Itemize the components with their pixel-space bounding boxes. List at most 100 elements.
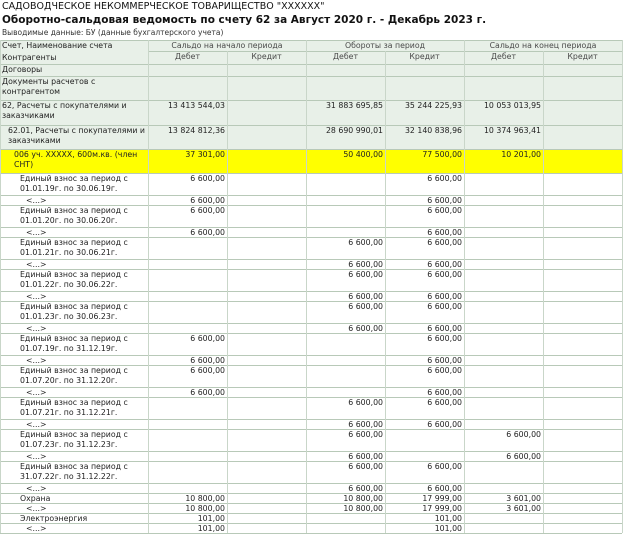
row-label: 62, Расчеты с покупателями и заказчиками bbox=[0, 100, 148, 125]
cell-opening-credit bbox=[227, 195, 306, 205]
cell-turnover-credit: 6 600,00 bbox=[427, 484, 462, 493]
cell-opening-credit bbox=[227, 237, 306, 259]
grid-vline bbox=[543, 51, 544, 533]
grid-hline bbox=[0, 195, 622, 196]
cell-closing-debit: 6 600,00 bbox=[506, 430, 541, 439]
cell-closing-credit bbox=[543, 451, 622, 461]
cell-opening-credit bbox=[227, 173, 306, 195]
cell-closing-credit bbox=[543, 419, 622, 429]
cell-turnover-credit: 6 600,00 bbox=[427, 366, 462, 375]
row-label: Единый взнос за период с 01.07.20г. по 3… bbox=[20, 366, 128, 385]
cell-turnover-debit bbox=[306, 523, 385, 533]
cell-turnover-debit: 6 600,00 bbox=[348, 270, 383, 279]
cell-closing-debit bbox=[464, 355, 543, 365]
row-label: <...> bbox=[26, 324, 47, 333]
cell-turnover-credit: 6 600,00 bbox=[427, 420, 462, 429]
cell-turnover-credit: 6 600,00 bbox=[427, 462, 462, 471]
row-label: <...> bbox=[26, 420, 47, 429]
cell-opening-credit bbox=[227, 523, 306, 533]
cell-closing-credit bbox=[543, 513, 622, 523]
cell-closing-credit bbox=[543, 259, 622, 269]
cell-turnover-debit: 6 600,00 bbox=[348, 462, 383, 471]
report-parameters: Выводимые данные: БУ (данные бухгалтерск… bbox=[2, 28, 224, 37]
cell-turnover-credit: 6 600,00 bbox=[427, 334, 462, 343]
header-contracts: Договоры bbox=[0, 64, 148, 76]
cell-opening-debit: 6 600,00 bbox=[190, 206, 225, 215]
cell-turnover-debit: 6 600,00 bbox=[348, 452, 383, 461]
cell-turnover-credit: 6 600,00 bbox=[427, 174, 462, 183]
row-label: <...> bbox=[26, 292, 47, 301]
cell-turnover-credit: 6 600,00 bbox=[427, 196, 462, 205]
grid-hline bbox=[0, 355, 622, 356]
cell-opening-debit bbox=[148, 419, 227, 429]
cell-turnover-debit: 50 400,00 bbox=[306, 149, 385, 173]
grid-hline bbox=[0, 333, 622, 334]
cell-closing-debit: 3 601,00 bbox=[506, 504, 541, 513]
cell-turnover-debit: 31 883 695,85 bbox=[306, 100, 385, 125]
cell-turnover-credit: 6 600,00 bbox=[427, 238, 462, 247]
cell-opening-credit bbox=[227, 291, 306, 301]
cell-opening-debit: 6 600,00 bbox=[190, 356, 225, 365]
cell-opening-credit bbox=[227, 125, 306, 149]
cell-closing-debit bbox=[464, 513, 543, 523]
cell-closing-credit bbox=[543, 493, 622, 503]
cell-opening-credit bbox=[227, 461, 306, 483]
cell-turnover-debit bbox=[306, 355, 385, 365]
cell-turnover-credit: 6 600,00 bbox=[427, 228, 462, 237]
cell-opening-credit bbox=[227, 100, 306, 125]
cell-closing-debit bbox=[464, 259, 543, 269]
grid-hline bbox=[0, 461, 622, 462]
grid-hline bbox=[0, 269, 622, 270]
grid-hline bbox=[0, 533, 622, 534]
cell-turnover-credit: 6 600,00 bbox=[427, 292, 462, 301]
cell-turnover-debit: 6 600,00 bbox=[348, 420, 383, 429]
header-account: Счет, Наименование счета bbox=[0, 40, 148, 52]
cell-opening-credit bbox=[227, 387, 306, 397]
cell-opening-debit: 6 600,00 bbox=[190, 334, 225, 343]
grid-hline bbox=[0, 419, 622, 420]
cell-closing-credit bbox=[543, 387, 622, 397]
grid-hline bbox=[0, 503, 622, 504]
cell-closing-debit bbox=[464, 195, 543, 205]
row-label: Единый взнос за период с 01.01.19г. по 3… bbox=[20, 174, 128, 193]
grid-hline bbox=[0, 173, 622, 174]
grid-vline bbox=[385, 51, 386, 533]
row-label: Единый взнос за период с 01.01.23г. по 3… bbox=[20, 302, 128, 321]
grid-vline bbox=[464, 40, 465, 533]
cell-closing-debit: 3 601,00 bbox=[506, 494, 541, 503]
row-label: <...> bbox=[26, 484, 47, 493]
cell-turnover-credit: 6 600,00 bbox=[427, 398, 462, 407]
cell-turnover-debit bbox=[306, 513, 385, 523]
cell-opening-credit bbox=[227, 149, 306, 173]
cell-opening-debit: 6 600,00 bbox=[190, 366, 225, 375]
cell-closing-debit bbox=[464, 291, 543, 301]
grid-hline bbox=[0, 237, 622, 238]
cell-opening-credit bbox=[227, 513, 306, 523]
cell-turnover-debit: 6 600,00 bbox=[348, 292, 383, 301]
row-label: Единый взнос за период с 01.01.20г. по 3… bbox=[20, 206, 128, 225]
cell-turnover-debit: 10 800,00 bbox=[343, 494, 383, 503]
cell-closing-debit: 10 201,00 bbox=[464, 149, 543, 173]
cell-closing-debit bbox=[464, 461, 543, 483]
cell-turnover-credit: 6 600,00 bbox=[427, 260, 462, 269]
row-label: <...> bbox=[26, 524, 47, 533]
cell-closing-debit bbox=[464, 483, 543, 493]
row-label: <...> bbox=[26, 228, 47, 237]
cell-turnover-debit: 6 600,00 bbox=[348, 430, 383, 439]
cell-opening-credit bbox=[227, 323, 306, 333]
row-label: <...> bbox=[26, 452, 47, 461]
cell-closing-credit bbox=[543, 397, 622, 419]
cell-turnover-credit: 101,00 bbox=[434, 524, 462, 533]
header-counterparties: Контрагенты bbox=[0, 52, 148, 64]
row-label: 006 уч. XXXXX, 600м.кв. (член СНТ) bbox=[0, 149, 148, 173]
grid-hline bbox=[0, 493, 622, 494]
cell-turnover-debit bbox=[306, 333, 385, 355]
cell-closing-credit bbox=[543, 205, 622, 227]
cell-closing-credit bbox=[543, 365, 622, 387]
cell-opening-debit: 6 600,00 bbox=[190, 174, 225, 183]
cell-turnover-credit: 6 600,00 bbox=[427, 388, 462, 397]
cell-closing-credit bbox=[543, 503, 622, 513]
cell-closing-credit bbox=[543, 301, 622, 323]
cell-opening-debit bbox=[148, 237, 227, 259]
cell-opening-credit bbox=[227, 301, 306, 323]
